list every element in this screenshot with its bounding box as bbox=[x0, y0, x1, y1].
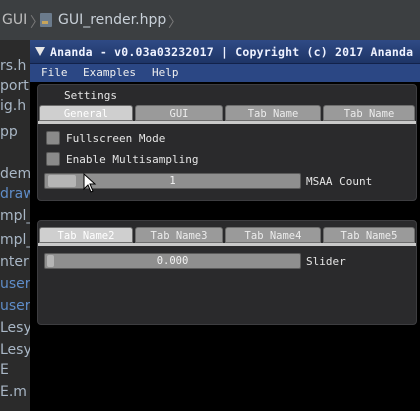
menu-bar: File Examples Help bbox=[30, 64, 420, 82]
tab-name3[interactable]: Tab Name3 bbox=[135, 227, 223, 243]
project-file[interactable]: E bbox=[0, 362, 30, 378]
project-file[interactable]: Lesys bbox=[0, 320, 30, 336]
project-file[interactable]: user bbox=[0, 298, 30, 314]
tab-name2[interactable]: Tab Name2 bbox=[39, 227, 133, 243]
tab-gui[interactable]: GUI bbox=[135, 105, 223, 121]
settings-title: Settings bbox=[64, 89, 117, 102]
header-file-icon bbox=[40, 13, 52, 27]
window-titlebar[interactable]: Ananda - v0.03a03232017 | Copyright (c) … bbox=[30, 40, 420, 64]
slider-value: 0.000 bbox=[156, 255, 189, 267]
tab-underline bbox=[38, 243, 416, 246]
project-file[interactable]: dem bbox=[0, 166, 30, 182]
tab-name[interactable]: Tab Name bbox=[225, 105, 321, 121]
tab-name[interactable]: Tab Name bbox=[323, 105, 415, 121]
project-file[interactable]: E.m bbox=[0, 384, 30, 400]
tab-underline bbox=[38, 121, 416, 124]
app-icon bbox=[35, 47, 45, 56]
breadcrumb-separator: 〉 bbox=[168, 15, 182, 31]
ide-project-tree: rs.h port ig.h pp dem draw mpl_ mpl_ nte… bbox=[0, 40, 30, 411]
tab-name4[interactable]: Tab Name4 bbox=[225, 227, 321, 243]
tab-general[interactable]: General bbox=[39, 105, 133, 121]
project-file[interactable]: port bbox=[0, 78, 30, 94]
value-slider[interactable]: 0.000 bbox=[44, 253, 301, 269]
menu-examples[interactable]: Examples bbox=[83, 66, 136, 79]
app-window: Ananda - v0.03a03232017 | Copyright (c) … bbox=[30, 40, 420, 411]
project-file[interactable]: pp bbox=[0, 124, 30, 140]
project-file[interactable]: mpl_ bbox=[0, 208, 30, 224]
project-file[interactable]: mpl_ bbox=[0, 232, 30, 248]
ide-tab-bar: GUI 〉 GUI_render.hpp 〉 bbox=[0, 0, 420, 41]
project-file[interactable]: ig.h bbox=[0, 98, 30, 114]
multisampling-checkbox[interactable] bbox=[46, 152, 60, 166]
multisampling-label: Enable Multisampling bbox=[66, 153, 199, 166]
msaa-count-label: MSAA Count bbox=[306, 175, 373, 188]
project-file[interactable]: Lesys bbox=[0, 342, 30, 358]
project-file[interactable]: rs.h bbox=[0, 58, 30, 74]
slider-label: Slider bbox=[306, 255, 346, 268]
project-file[interactable]: user bbox=[0, 276, 30, 292]
breadcrumb-file[interactable]: GUI_render.hpp bbox=[58, 12, 166, 28]
menu-help[interactable]: Help bbox=[152, 66, 179, 79]
project-file[interactable]: nter bbox=[0, 254, 30, 270]
menu-file[interactable]: File bbox=[41, 66, 68, 79]
fullscreen-checkbox[interactable] bbox=[46, 131, 60, 145]
breadcrumb-folder[interactable]: GUI bbox=[2, 12, 27, 28]
tab-name5[interactable]: Tab Name5 bbox=[323, 227, 415, 243]
tabs-panel: Tab Name2 Tab Name3 Tab Name4 Tab Name5 … bbox=[37, 220, 417, 325]
window-title: Ananda - v0.03a03232017 | Copyright (c) … bbox=[50, 45, 420, 59]
project-file[interactable]: draw bbox=[0, 186, 30, 202]
fullscreen-label: Fullscreen Mode bbox=[66, 132, 166, 145]
